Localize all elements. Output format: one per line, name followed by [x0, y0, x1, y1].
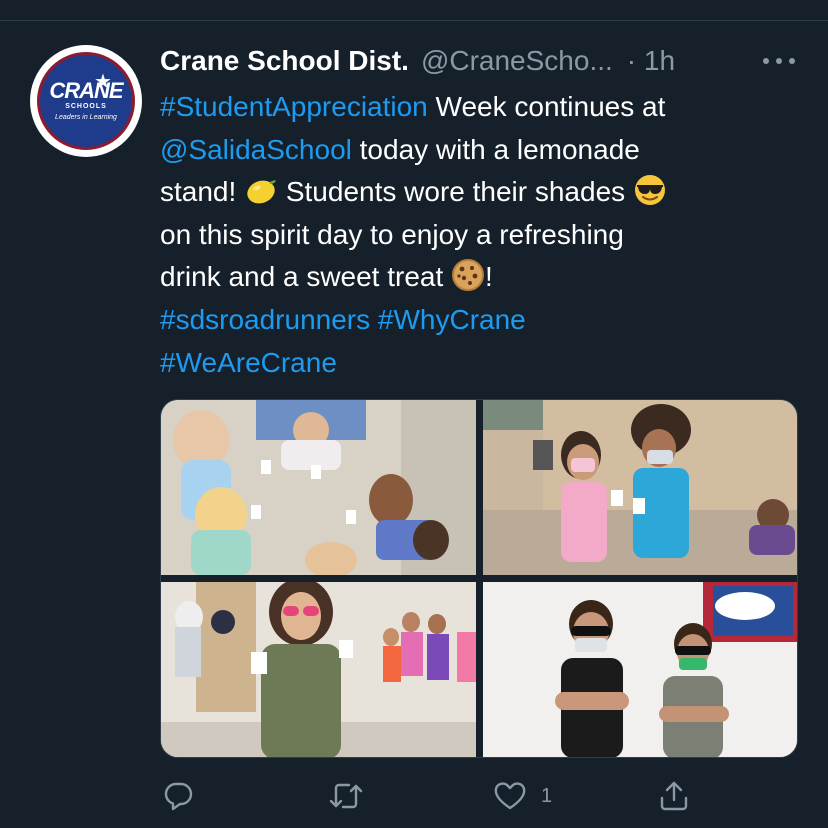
tweet-line-7: #WeAreCrane	[160, 342, 800, 385]
reply-button[interactable]	[162, 776, 194, 816]
sunglasses-emoji	[634, 175, 665, 206]
author-display-name[interactable]: Crane School Dist.	[160, 45, 409, 77]
retweet-icon	[329, 783, 363, 809]
hashtag-wearecrane[interactable]: #WeAreCrane	[160, 347, 337, 378]
share-icon	[660, 781, 688, 811]
crane-logo: CRANE SCHOOLS Leaders in Learning	[37, 52, 135, 150]
like-button[interactable]: 1	[493, 776, 552, 816]
tweet-text-segment: Week continues at	[427, 91, 666, 122]
tweet-text-segment: today with a lemonade	[351, 133, 640, 165]
photo-students-sitting-with-cups[interactable]	[161, 400, 476, 575]
media-grid	[160, 399, 798, 758]
heart-icon	[494, 782, 526, 810]
photo-illustration	[161, 582, 476, 757]
tweet-text-segment: !	[485, 261, 493, 293]
photo-illustration	[161, 400, 476, 575]
more-options-icon[interactable]	[762, 56, 796, 66]
photo-illustration	[483, 582, 797, 757]
photo-illustration	[483, 400, 797, 575]
tweet-line-3: stand! Students wore their shades	[160, 171, 800, 214]
cookie-emoji	[452, 259, 485, 292]
star-icon: ★	[94, 71, 112, 93]
photo-two-girls-with-sunglasses[interactable]	[483, 400, 797, 575]
logo-tagline: Leaders in Learning	[55, 113, 117, 121]
photo-two-boys-sunglasses-arms-crossed[interactable]	[483, 582, 797, 757]
hashtag-sdsroadrunners[interactable]: #sdsroadrunners	[160, 304, 370, 335]
tweet-timestamp[interactable]: · 1h	[627, 45, 675, 77]
tweet-text-segment: stand!	[160, 176, 245, 208]
avatar[interactable]: CRANE SCHOOLS Leaders in Learning ★	[30, 45, 142, 157]
tweet-line-2: @SalidaSchool today with a lemonade	[160, 129, 800, 172]
tweet-line-1: #StudentAppreciation Week continues at	[160, 86, 800, 129]
tweet-line-5: drink and a sweet treat !	[160, 256, 800, 299]
lemon-emoji	[247, 180, 277, 204]
tweet-line-6: #sdsroadrunners #WhyCrane	[160, 299, 800, 342]
reply-icon	[164, 782, 193, 811]
tweet-line-4: on this spirit day to enjoy a refreshing	[160, 218, 624, 250]
tweet-text-segment: Students wore their shades	[278, 176, 633, 208]
top-divider	[0, 20, 828, 21]
tweet-text: #StudentAppreciation Week continues at @…	[160, 86, 800, 384]
logo-sub: SCHOOLS	[65, 102, 107, 110]
retweet-button[interactable]	[328, 776, 364, 816]
hashtag-whycrane[interactable]: #WhyCrane	[378, 304, 526, 335]
photo-teacher-team-crane-shirt[interactable]	[161, 582, 476, 757]
like-count: 1	[541, 784, 553, 807]
tweet-text-segment: drink and a sweet treat	[160, 261, 452, 293]
mention-salida-school[interactable]: @SalidaSchool	[160, 134, 352, 165]
share-button[interactable]	[658, 776, 690, 816]
tweet-actions: 1	[160, 776, 700, 816]
hashtag-student-appreciation[interactable]: #StudentAppreciation	[160, 91, 428, 122]
author-handle[interactable]: @CraneScho...	[421, 45, 613, 77]
tweet-header: Crane School Dist. @CraneScho... · 1h	[160, 44, 675, 78]
